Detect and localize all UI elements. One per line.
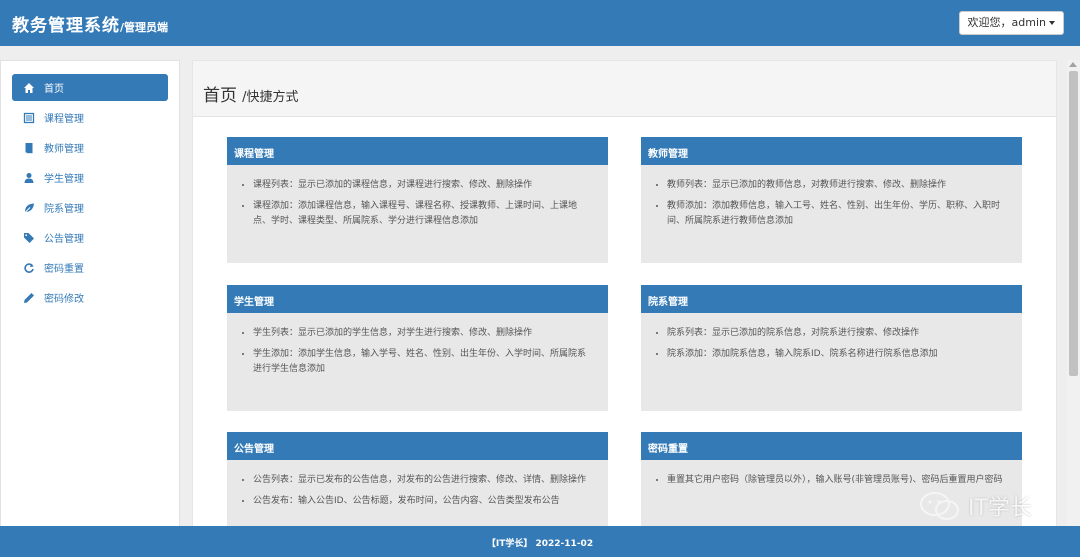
watermark: IT学长	[918, 490, 1032, 522]
panel-departments: 院系管理 院系列表：显示已添加的院系信息，对院系进行搜索、修改操作 院系添加：添…	[641, 285, 1022, 411]
panel-body: 院系列表：显示已添加的院系信息，对院系进行搜索、修改操作 院系添加：添加院系信息…	[641, 313, 1022, 362]
sidebar-item-label: 首页	[44, 84, 64, 95]
sidebar-item-password-reset[interactable]: 密码重置	[12, 254, 168, 281]
sidebar-item-password-change[interactable]: 密码修改	[12, 284, 168, 311]
sidebar-item-teachers[interactable]: 教师管理	[12, 134, 168, 161]
tags-icon	[24, 232, 34, 243]
list-icon	[23, 112, 35, 123]
panel-title[interactable]: 学生管理	[227, 285, 608, 313]
app-title: 教务管理系统	[12, 16, 120, 36]
sidebar-item-label: 课程管理	[44, 114, 84, 125]
list-item: 重置其它用户密码（除管理员以外），输入账号(非管理员账号)、密码后重置用户密码	[667, 473, 1008, 488]
refresh-icon	[24, 262, 34, 273]
page-header: 首页 /快捷方式	[193, 61, 1056, 117]
list-item: 学生添加：添加学生信息，输入学号、姓名、性别、出生年份、入学时间、所属院系进行学…	[253, 347, 594, 377]
panel-body: 教师列表：显示已添加的教师信息，对教师进行搜索、修改、删除操作 教师添加：添加教…	[641, 165, 1022, 229]
panel-teachers: 教师管理 教师列表：显示已添加的教师信息，对教师进行搜索、修改、删除操作 教师添…	[641, 137, 1022, 263]
page-subtitle: /快捷方式	[242, 90, 299, 105]
list-item: 教师添加：添加教师信息，输入工号、姓名、性别、出生年份、学历、职称、入职时间、所…	[667, 199, 1008, 229]
list-item: 公告发布：输入公告ID、公告标题，发布时间，公告内容、公告类型发布公告	[253, 494, 594, 509]
scrollbar-thumb[interactable]	[1069, 71, 1078, 376]
leaf-icon	[24, 203, 34, 213]
list-item: 院系列表：显示已添加的院系信息，对院系进行搜索、修改操作	[667, 326, 1008, 341]
sidebar-item-announcements[interactable]: 公告管理	[12, 224, 168, 251]
main-content: 首页 /快捷方式 课程管理 课程列表：显示已添加的课程信息，对课程进行搜索、修改…	[192, 60, 1057, 530]
scroll-up-arrow-icon[interactable]	[1069, 62, 1077, 67]
wechat-icon	[920, 492, 959, 520]
panel-title[interactable]: 院系管理	[641, 285, 1022, 313]
sidebar-item-home[interactable]: 首页	[12, 74, 168, 101]
panel-body: 学生列表：显示已添加的学生信息，对学生进行搜索、修改、删除操作 学生添加：添加学…	[227, 313, 608, 377]
footer-text: 【IT学长】 2022-11-02	[486, 539, 594, 549]
panel-title[interactable]: 密码重置	[641, 432, 1022, 460]
panel-announcements: 公告管理 公告列表：显示已发布的公告信息，对发布的公告进行搜索、修改、详情、删除…	[227, 432, 608, 529]
panel-body: 公告列表：显示已发布的公告信息，对发布的公告进行搜索、修改、详情、删除操作 公告…	[227, 460, 608, 509]
sidebar-item-label: 公告管理	[44, 234, 84, 245]
caret-down-icon	[1049, 21, 1055, 25]
pencil-icon	[24, 292, 34, 303]
list-item: 课程添加：添加课程信息，输入课程号、课程名称、授课教师、上课时间、上课地点、学时…	[253, 199, 594, 229]
panel-title[interactable]: 公告管理	[227, 432, 608, 460]
panel-students: 学生管理 学生列表：显示已添加的学生信息，对学生进行搜索、修改、删除操作 学生添…	[227, 285, 608, 411]
home-icon	[24, 82, 34, 93]
panel-body: 课程列表：显示已添加的课程信息，对课程进行搜索、修改、删除操作 课程添加：添加课…	[227, 165, 608, 229]
sidebar-item-label: 密码修改	[44, 294, 84, 305]
user-menu-label: 欢迎您，admin	[967, 16, 1046, 29]
page-title: 首页	[203, 86, 237, 106]
user-menu-button[interactable]: 欢迎您，admin	[958, 11, 1064, 35]
watermark-text: IT学长	[968, 496, 1032, 521]
panel-title[interactable]: 课程管理	[227, 137, 608, 165]
sidebar-item-students[interactable]: 学生管理	[12, 164, 168, 191]
list-item: 教师列表：显示已添加的教师信息，对教师进行搜索、修改、删除操作	[667, 178, 1008, 193]
sidebar-item-label: 院系管理	[44, 204, 84, 215]
book-icon	[25, 142, 33, 153]
panel-body: 重置其它用户密码（除管理员以外），输入账号(非管理员账号)、密码后重置用户密码	[641, 460, 1022, 488]
sidebar-item-label: 教师管理	[44, 144, 84, 155]
footer: 【IT学长】 2022-11-02	[0, 526, 1080, 557]
sidebar: 首页 课程管理 教师管理 学生管理 院系管理 公告管理 密码重置 密码修改	[0, 60, 180, 530]
app-subtitle: /管理员端	[120, 21, 169, 34]
sidebar-item-courses[interactable]: 课程管理	[12, 104, 168, 131]
panel-courses: 课程管理 课程列表：显示已添加的课程信息，对课程进行搜索、修改、删除操作 课程添…	[227, 137, 608, 263]
list-item: 院系添加：添加院系信息，输入院系ID、院系名称进行院系信息添加	[667, 347, 1008, 362]
list-item: 公告列表：显示已发布的公告信息，对发布的公告进行搜索、修改、详情、删除操作	[253, 473, 594, 488]
panel-title[interactable]: 教师管理	[641, 137, 1022, 165]
sidebar-item-label: 密码重置	[44, 264, 84, 275]
sidebar-item-label: 学生管理	[44, 174, 84, 185]
sidebar-item-departments[interactable]: 院系管理	[12, 194, 168, 221]
list-item: 课程列表：显示已添加的课程信息，对课程进行搜索、修改、删除操作	[253, 178, 594, 193]
top-navbar: 教务管理系统/管理员端 欢迎您，admin	[0, 0, 1080, 46]
list-item: 学生列表：显示已添加的学生信息，对学生进行搜索、修改、删除操作	[253, 326, 594, 341]
user-icon	[24, 172, 34, 183]
app-brand[interactable]: 教务管理系统/管理员端	[12, 11, 168, 36]
